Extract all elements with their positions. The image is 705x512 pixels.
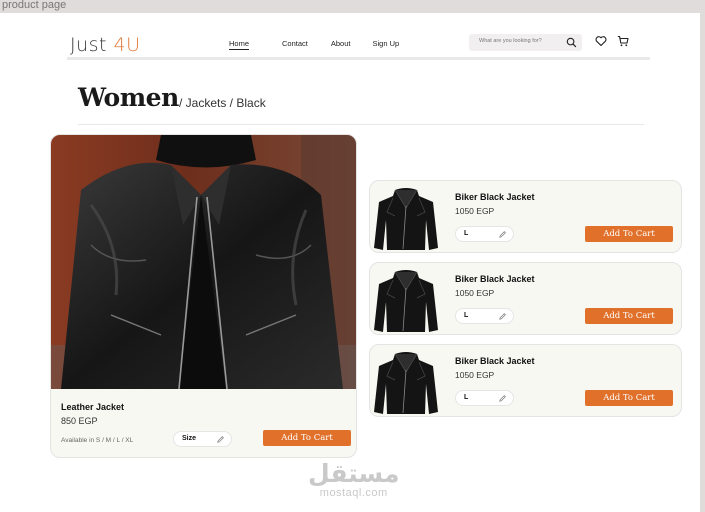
biker-jacket-thumbnail[interactable] — [373, 186, 440, 253]
size-value: L — [464, 394, 469, 401]
edit-pencil-icon — [499, 231, 506, 238]
product-price: 1050 EGP — [455, 288, 495, 298]
cart-icon[interactable] — [617, 35, 629, 47]
product-list-item: Biker Black Jacket 1050 EGP L Add To Car… — [369, 180, 682, 253]
biker-jacket-thumbnail[interactable] — [373, 268, 440, 335]
product-price: 1050 EGP — [455, 370, 495, 380]
product-list-item: Biker Black Jacket 1050 EGP L Add To Car… — [369, 344, 682, 417]
product-price: 1050 EGP — [455, 206, 495, 216]
featured-product-name: Leather Jacket — [61, 402, 125, 412]
biker-jacket-thumbnail[interactable] — [373, 350, 440, 417]
watermark-arabic: مستقل — [308, 459, 400, 488]
size-selector[interactable]: L — [455, 390, 514, 406]
add-to-cart-button[interactable]: Add To Cart — [263, 430, 351, 446]
nav-contact[interactable]: Contact — [282, 39, 308, 50]
header-divider — [67, 57, 650, 60]
leather-jacket-photo[interactable] — [51, 135, 356, 389]
heart-icon[interactable] — [595, 35, 607, 47]
add-to-cart-button[interactable]: Add To Cart — [585, 308, 673, 324]
product-list-item: Biker Black Jacket 1050 EGP L Add To Car… — [369, 262, 682, 335]
add-to-cart-button[interactable]: Add To Cart — [585, 390, 673, 406]
nav-about[interactable]: About — [331, 39, 351, 50]
size-availability: Available in S / M / L / XL — [61, 437, 134, 444]
frame-label: product page — [2, 0, 67, 11]
size-selector[interactable]: Size — [173, 431, 232, 447]
edit-pencil-icon — [217, 436, 224, 443]
featured-product-card: Leather Jacket 850 EGP Available in S / … — [50, 134, 357, 458]
search-placeholder: What are you looking for? — [479, 38, 542, 44]
product-name: Biker Black Jacket — [455, 192, 535, 202]
nav-sign-up[interactable]: Sign Up — [372, 39, 399, 50]
search-icon[interactable] — [566, 37, 577, 48]
edit-pencil-icon — [499, 313, 506, 320]
watermark-url: mostaql.com — [319, 487, 388, 499]
search-input[interactable]: What are you looking for? — [469, 34, 582, 51]
title-divider — [78, 124, 644, 125]
size-value: L — [464, 230, 469, 237]
add-to-cart-button[interactable]: Add To Cart — [585, 226, 673, 242]
featured-product-price: 850 EGP — [61, 416, 98, 426]
product-name: Biker Black Jacket — [455, 274, 535, 284]
edit-pencil-icon — [499, 395, 506, 402]
page-canvas: Just 4U Home Contact About Sign Up What … — [0, 13, 700, 512]
breadcrumb[interactable]: / Jackets / Black — [179, 96, 266, 110]
logo-text: Just — [70, 34, 114, 56]
product-name: Biker Black Jacket — [455, 356, 535, 366]
page-title: Women — [78, 83, 179, 112]
watermark: مستقل mostaql.com — [308, 459, 400, 500]
logo-accent: 4U — [113, 34, 141, 56]
nav-home[interactable]: Home — [229, 39, 250, 50]
main-nav: Home Contact About Sign Up — [229, 39, 399, 50]
size-selector-label: Size — [182, 435, 197, 442]
size-selector[interactable]: L — [455, 226, 514, 242]
size-selector[interactable]: L — [455, 308, 514, 324]
site-logo[interactable]: Just 4U — [70, 34, 141, 56]
size-value: L — [464, 312, 469, 319]
